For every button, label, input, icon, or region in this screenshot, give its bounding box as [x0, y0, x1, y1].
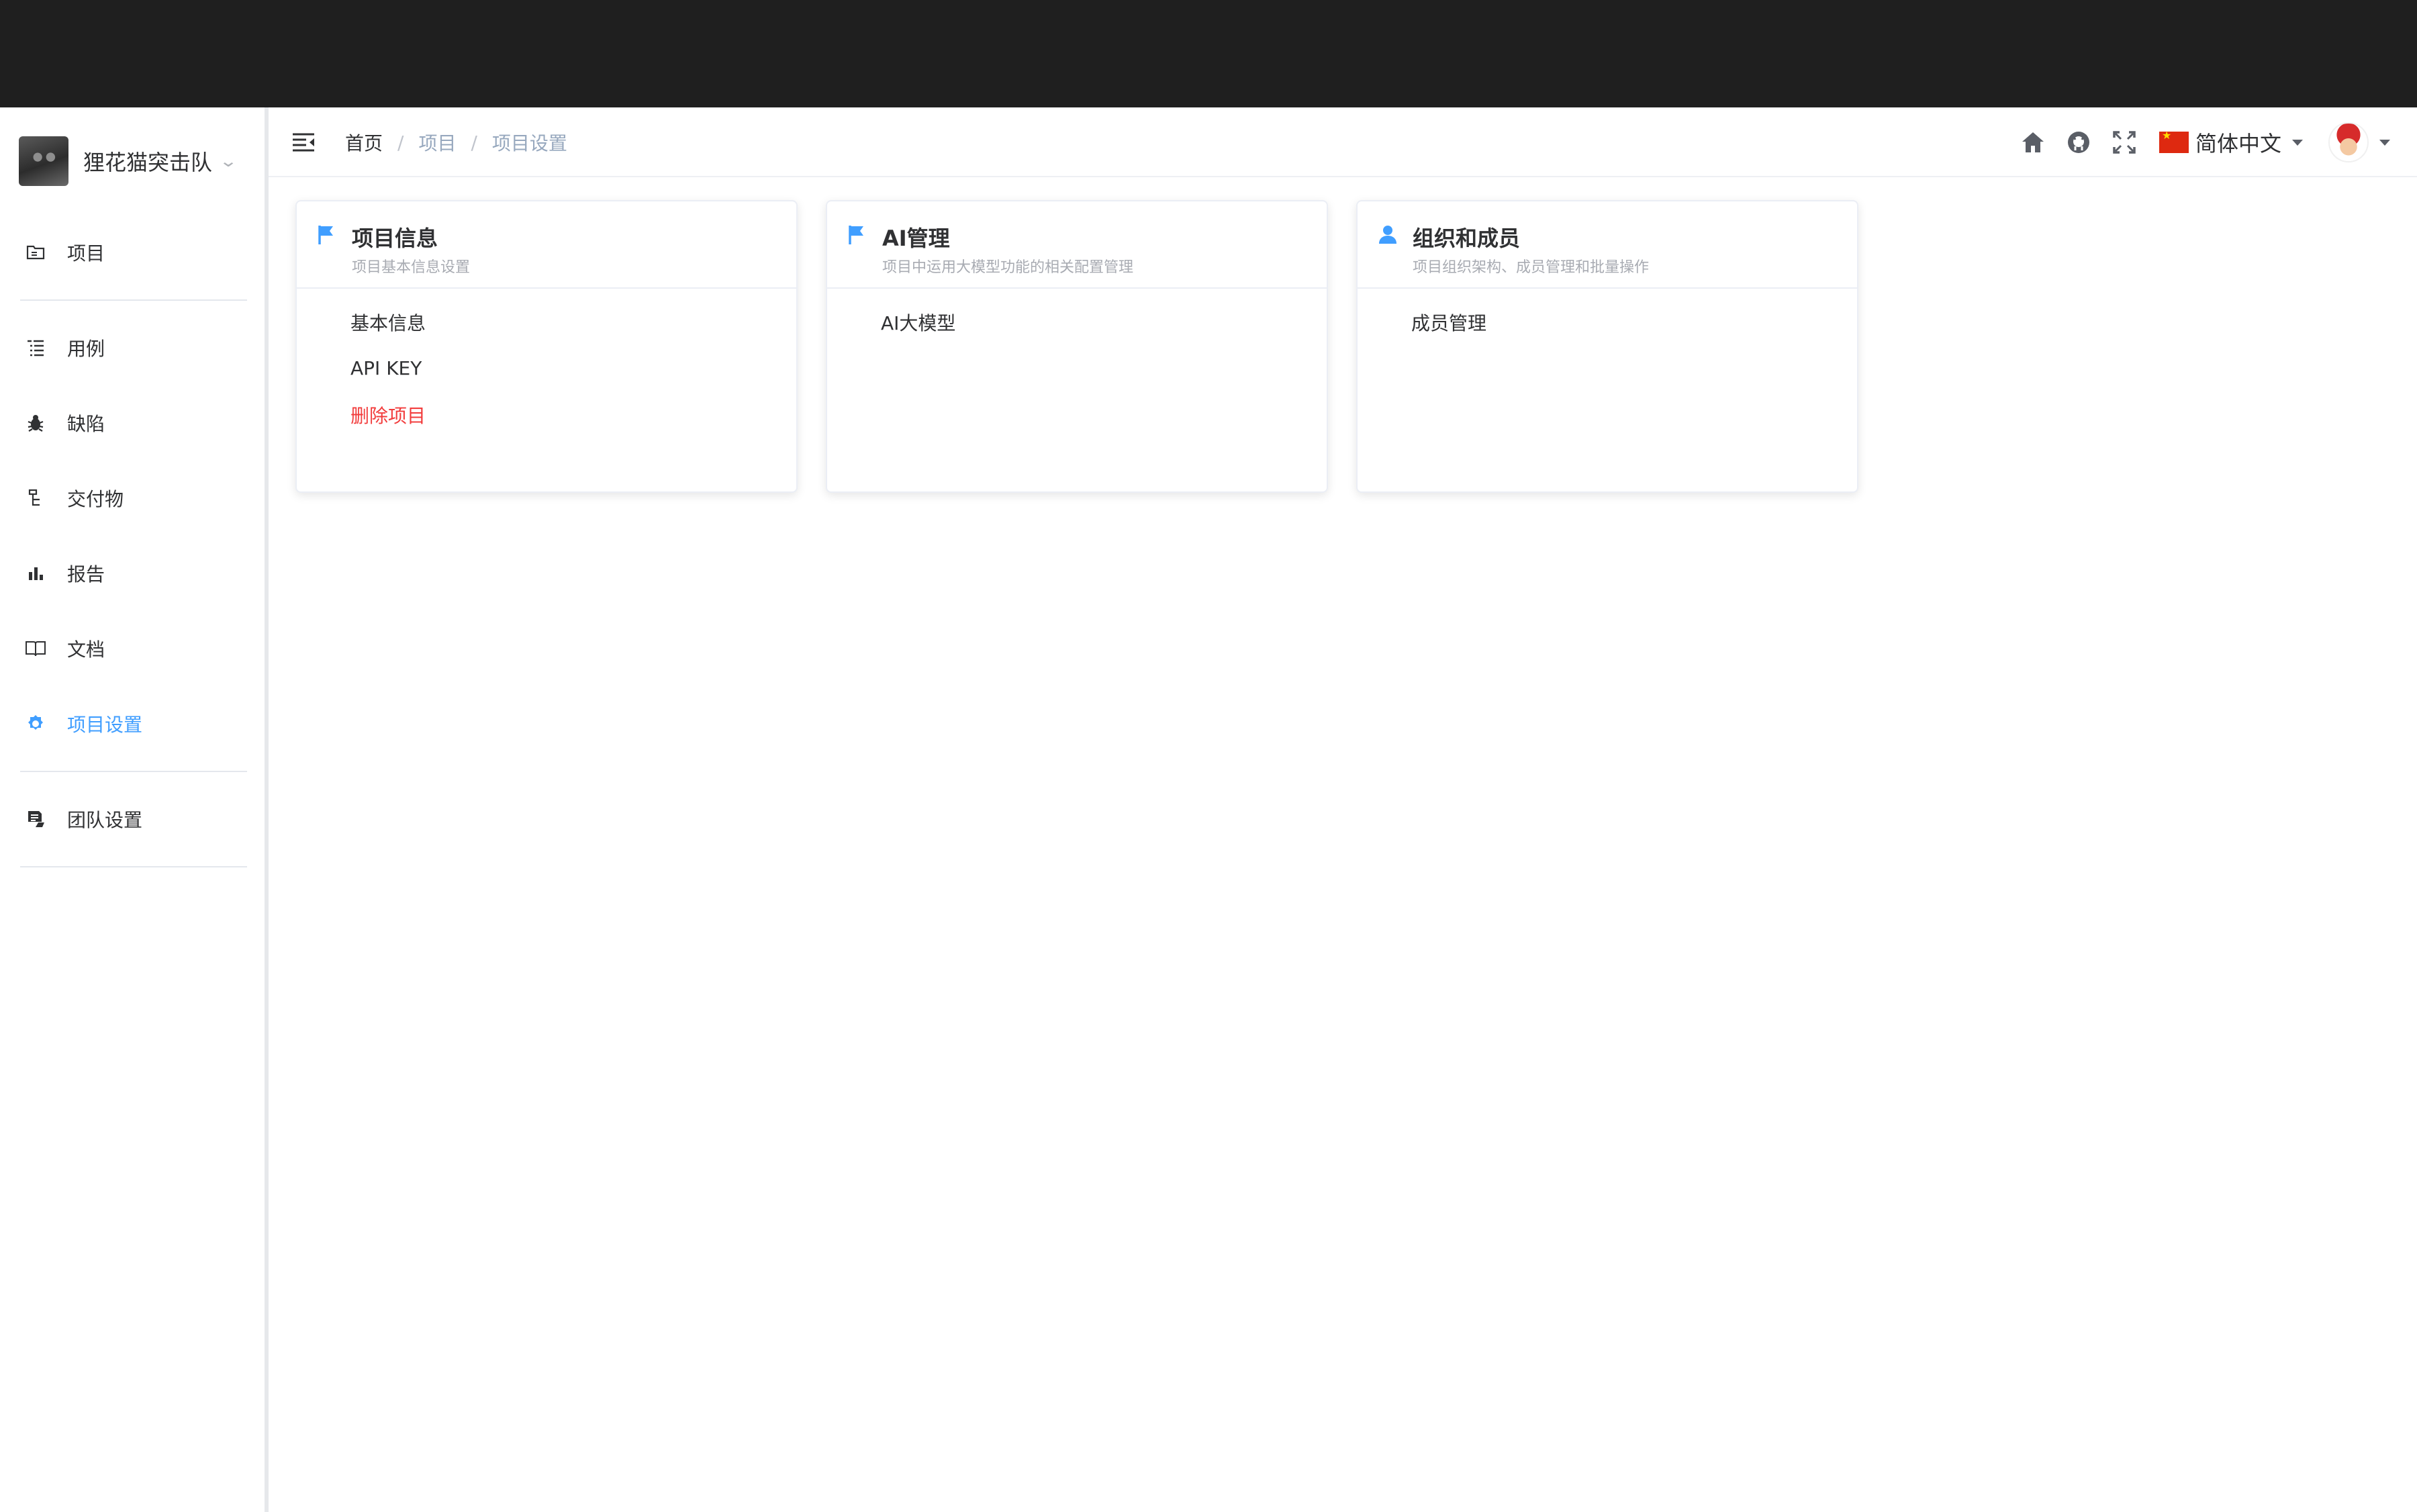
card-subtitle: 项目组织架构、成员管理和批量操作	[1413, 259, 1650, 276]
gear-icon	[24, 712, 47, 735]
menu-divider	[20, 299, 247, 301]
sidebar-item-label: 报告	[67, 563, 105, 585]
hamburger-icon[interactable]	[291, 130, 316, 154]
caret-down-icon	[2379, 139, 2390, 146]
menu-divider	[20, 771, 247, 772]
breadcrumb-project-settings: 项目设置	[491, 132, 567, 154]
card-project-info: 项目信息 项目基本信息设置 基本信息 API KEY 删除项目	[295, 200, 798, 493]
card-subtitle: 项目基本信息设置	[352, 259, 471, 276]
sidebar-item-label: 项目	[67, 242, 105, 265]
sidebar-item-team-settings[interactable]: 团队设置	[0, 792, 265, 846]
user-menu[interactable]	[2303, 122, 2390, 162]
window-top-bar	[0, 0, 2417, 107]
sidebar-item-label: 项目设置	[67, 714, 143, 736]
breadcrumb-home[interactable]: 首页	[345, 129, 383, 156]
menu-divider	[20, 866, 247, 867]
card-subtitle: 项目中运用大模型功能的相关配置管理	[882, 259, 1134, 276]
link-member-management[interactable]: 成员管理	[1411, 309, 1486, 336]
github-icon[interactable]	[2064, 128, 2093, 157]
user-icon	[1378, 224, 1399, 246]
sidebar-item-deliverable[interactable]: 交付物	[0, 471, 265, 525]
link-basic-info[interactable]: 基本信息	[350, 309, 426, 336]
flag-icon	[847, 224, 869, 246]
link-ai-model[interactable]: AI大模型	[881, 309, 955, 336]
sidebar-item-label: 团队设置	[67, 809, 143, 831]
sidebar-item-label: 缺陷	[67, 413, 105, 435]
team-avatar	[19, 136, 68, 186]
sidebar-item-label: 文档	[67, 639, 105, 661]
sidebar: 狸花猫突击队 ⌄ 项目 用例 缺陷 交付物 报告 文档 项目设置 团队设置	[0, 107, 269, 1512]
china-flag-icon	[2159, 129, 2189, 153]
home-icon[interactable]	[2018, 128, 2048, 157]
card-title: 组织和成员	[1413, 226, 1521, 251]
breadcrumb-separator: /	[471, 131, 477, 154]
link-delete-project[interactable]: 删除项目	[350, 401, 426, 428]
card-title: 项目信息	[352, 226, 438, 251]
avatar	[2328, 122, 2369, 162]
card-title: AI管理	[882, 226, 950, 251]
team-name: 狸花猫突击队	[83, 150, 213, 175]
link-api-key[interactable]: API KEY	[350, 357, 422, 379]
language-switcher[interactable]: 简体中文	[2159, 127, 2303, 158]
main-content: 首页 / 项目 / 项目设置 简体中文	[269, 107, 2417, 1512]
bar-chart-icon	[24, 562, 47, 585]
team-settings-icon	[24, 808, 47, 831]
card-header: AI管理 项目中运用大模型功能的相关配置管理	[827, 201, 1327, 289]
card-header: 组织和成员 项目组织架构、成员管理和批量操作	[1358, 201, 1857, 289]
navbar: 首页 / 项目 / 项目设置 简体中文	[269, 107, 2417, 177]
navbar-actions: 简体中文	[2002, 121, 2390, 164]
book-icon	[24, 637, 47, 660]
sidebar-item-label: 用例	[67, 338, 105, 360]
folder-icon	[24, 241, 47, 264]
sidebar-item-testcase[interactable]: 用例	[0, 321, 265, 375]
card-org-members: 组织和成员 项目组织架构、成员管理和批量操作 成员管理	[1356, 200, 1858, 493]
chevron-down-icon: ⌄	[218, 152, 238, 171]
sidebar-item-project[interactable]: 项目	[0, 226, 265, 279]
tree-icon	[24, 487, 47, 510]
caret-down-icon	[2292, 139, 2303, 146]
breadcrumb: 首页 / 项目 / 项目设置	[345, 126, 567, 158]
breadcrumb-project[interactable]: 项目	[418, 129, 456, 156]
sidebar-item-report[interactable]: 报告	[0, 547, 265, 600]
sidebar-item-label: 交付物	[67, 488, 124, 510]
list-icon	[24, 336, 47, 359]
fullscreen-icon[interactable]	[2110, 128, 2139, 157]
sidebar-item-docs[interactable]: 文档	[0, 622, 265, 675]
bug-icon	[24, 412, 47, 434]
sidebar-item-project-settings[interactable]: 项目设置	[0, 697, 265, 751]
card-ai-management: AI管理 项目中运用大模型功能的相关配置管理 AI大模型	[826, 200, 1328, 493]
card-header: 项目信息 项目基本信息设置	[297, 201, 796, 289]
breadcrumb-separator: /	[397, 131, 404, 154]
language-label: 简体中文	[2195, 131, 2281, 156]
team-switcher[interactable]: 狸花猫突击队 ⌄	[19, 134, 247, 188]
flag-icon	[317, 224, 338, 246]
sidebar-item-defect[interactable]: 缺陷	[0, 396, 265, 450]
